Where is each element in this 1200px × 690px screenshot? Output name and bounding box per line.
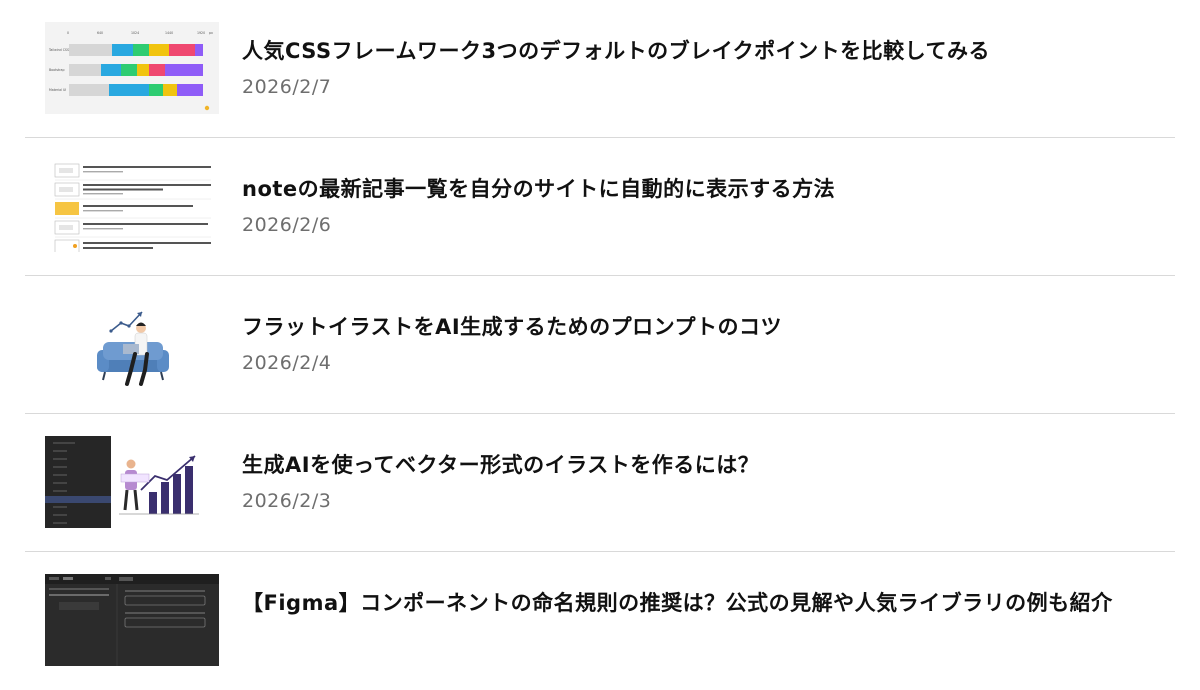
article-date: 2026/2/3 [242,490,332,512]
row-label: Material UI [49,88,66,92]
article-date: 2026/2/4 [242,352,332,374]
tailwind-bar [69,44,203,56]
article-title[interactable]: 人気CSSフレームワーク3つのデフォルトのブレイクポイントを比較してみる [242,35,990,65]
article-list: 0 640 1024 1440 1920 px Tailwind CSS Boo… [25,0,1175,690]
article-item[interactable]: 0 640 1024 1440 1920 px Tailwind CSS Boo… [25,0,1175,138]
article-title[interactable]: noteの最新記事一覧を自分のサイトに自動的に表示する方法 [242,173,835,203]
vector-illustration-thumbnail[interactable] [45,436,219,528]
article-title[interactable]: 【Figma】コンポーネントの命名規則の推奨は？公式の見解や人気ライブラリの例も… [242,587,1113,617]
tick-label: 1024 [131,31,139,35]
tick-label: 0 [67,31,69,35]
article-date: 2026/2/7 [242,76,332,98]
tick-label: 1440 [165,31,173,35]
row-label: Tailwind CSS [48,48,69,52]
figma-panel-thumbnail[interactable] [45,574,219,666]
article-title[interactable]: 生成AIを使ってベクター形式のイラストを作るには？ [242,449,759,479]
article-title[interactable]: フラットイラストをAI生成するためのプロンプトのコツ [242,311,782,341]
tick-label: 1920 [197,31,205,35]
note-article-list-thumbnail[interactable] [45,160,219,252]
bootstrap-bar [69,64,203,76]
tick-label: px [209,31,213,35]
flat-illustration-thumbnail[interactable] [45,298,219,390]
article-item[interactable]: 生成AIを使ってベクター形式のイラストを作るには？ 2026/2/3 [25,414,1175,552]
breakpoint-chart-thumbnail[interactable]: 0 640 1024 1440 1920 px Tailwind CSS Boo… [45,22,219,114]
tick-label: 640 [97,31,103,35]
material-ui-bar [69,84,203,96]
article-date: 2026/2/6 [242,214,332,236]
row-label: Bootstrap [49,68,65,72]
article-item[interactable]: 【Figma】コンポーネントの命名規則の推奨は？公式の見解や人気ライブラリの例も… [25,552,1175,690]
article-item[interactable]: フラットイラストをAI生成するためのプロンプトのコツ 2026/2/4 [25,276,1175,414]
article-item[interactable]: noteの最新記事一覧を自分のサイトに自動的に表示する方法 2026/2/6 [25,138,1175,276]
